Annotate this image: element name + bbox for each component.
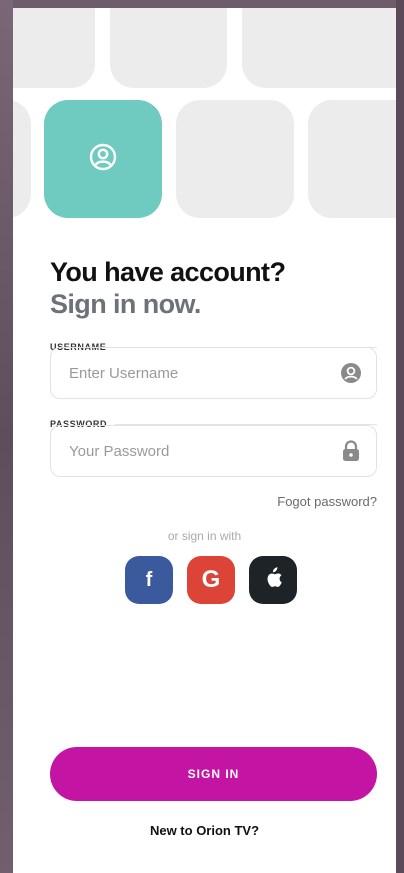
decorative-tile (308, 100, 396, 218)
title-line-2: Sign in now. (50, 289, 201, 319)
decorative-tile (13, 100, 31, 218)
title-line-1: You have account? (50, 257, 286, 287)
lock-icon (340, 440, 362, 462)
social-divider-text: or sign in with (167, 529, 242, 543)
profile-tile (44, 100, 162, 218)
username-input[interactable] (67, 363, 340, 383)
password-field[interactable] (50, 425, 377, 477)
apple-login-button[interactable] (249, 556, 297, 604)
google-icon: G (201, 566, 221, 593)
decorative-tile (176, 100, 294, 218)
sign-in-button[interactable]: SIGN IN (50, 747, 377, 801)
background-left (0, 0, 13, 873)
user-circle-icon (89, 143, 117, 176)
facebook-login-button[interactable]: f (125, 556, 173, 604)
password-input[interactable] (67, 441, 340, 461)
new-user-link[interactable]: New to Orion TV? (13, 823, 396, 838)
decorative-tile (13, 8, 95, 88)
page-title: You have account? Sign in now. (50, 256, 286, 320)
decorative-tile (110, 8, 227, 88)
login-screen: You have account? Sign in now. USERNAME … (13, 8, 396, 873)
google-login-button[interactable]: G (187, 556, 235, 604)
decorative-tile (242, 8, 396, 88)
user-circle-icon (340, 362, 362, 384)
username-field[interactable] (50, 347, 377, 399)
background-right (396, 0, 404, 873)
apple-icon (263, 566, 283, 594)
facebook-icon: f (145, 568, 153, 591)
forgot-password-link[interactable]: Fogot password? (277, 494, 377, 509)
